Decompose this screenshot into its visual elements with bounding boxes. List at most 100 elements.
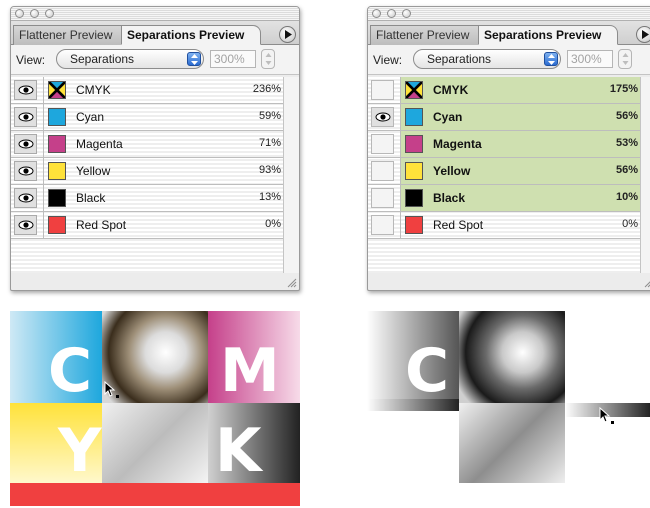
palette-menu-button[interactable]: [279, 26, 296, 43]
visibility-toggle[interactable]: [371, 161, 394, 181]
ink-name: CMYK: [76, 83, 111, 97]
red-spot-swatch: [405, 216, 423, 234]
visibility-toggle[interactable]: [14, 107, 37, 127]
visibility-toggle[interactable]: [14, 80, 37, 100]
magenta-swatch: [48, 135, 66, 153]
eye-icon: [18, 220, 34, 230]
ink-percentage: 10%: [615, 191, 638, 203]
ink-name: Magenta: [433, 137, 482, 151]
visibility-toggle[interactable]: [371, 188, 394, 208]
cmyk-swatch-icon: [48, 81, 66, 99]
yellow-swatch: [48, 162, 66, 180]
separations-palette-left: Flattener Preview Separations Preview Vi…: [10, 6, 300, 291]
ink-name: Red Spot: [433, 218, 484, 232]
ink-name: CMYK: [433, 83, 469, 97]
ink-percentage: 71%: [258, 137, 281, 149]
visibility-toggle[interactable]: [14, 215, 37, 235]
scrollbar[interactable]: [283, 77, 299, 273]
ink-row-yellow[interactable]: Yellow 93%: [11, 158, 283, 185]
tab-separations-preview[interactable]: Separations Preview: [478, 25, 618, 45]
ink-name: Cyan: [76, 110, 105, 124]
yellow-swatch: [405, 162, 423, 180]
visibility-toggle[interactable]: [371, 134, 394, 154]
zoom-field[interactable]: 300%: [210, 50, 256, 68]
updown-arrows-icon: [544, 52, 558, 66]
letter-m: M: [220, 336, 280, 406]
tab-flattener-preview[interactable]: Flattener Preview: [13, 25, 123, 45]
ink-name: Cyan: [433, 110, 463, 124]
yellow-tile-gray: [367, 403, 459, 483]
zoom-field[interactable]: 300%: [567, 50, 613, 68]
ink-percentage: 93%: [258, 164, 281, 176]
black-swatch: [48, 189, 66, 207]
palette-menu-button[interactable]: [636, 26, 650, 43]
zoom-stepper[interactable]: [261, 49, 275, 69]
view-label: View:: [16, 53, 46, 67]
cyan-swatch: [48, 108, 66, 126]
cyan-separation-preview-image: C: [367, 311, 650, 506]
close-button[interactable]: [372, 9, 381, 18]
visibility-toggle[interactable]: [14, 161, 37, 181]
zoom-button[interactable]: [402, 9, 411, 18]
scrollbar[interactable]: [640, 77, 650, 273]
visibility-toggle[interactable]: [14, 188, 37, 208]
ink-list: CMYK 175% Cyan 56% Magenta 53% Yellow 56…: [368, 77, 640, 273]
ink-row-red-spot[interactable]: Red Spot 0%: [368, 212, 640, 239]
view-select[interactable]: Separations: [56, 49, 204, 69]
ink-list: CMYK 236% Cyan 59% Magenta 71% Yellow 93…: [11, 77, 283, 273]
letter-y: Y: [58, 416, 102, 486]
ink-row-magenta[interactable]: Magenta 53%: [368, 131, 640, 158]
tab-flattener-preview[interactable]: Flattener Preview: [370, 25, 480, 45]
visibility-toggle[interactable]: [371, 107, 394, 127]
minimize-button[interactable]: [30, 9, 39, 18]
visibility-toggle[interactable]: [371, 215, 394, 235]
eye-icon: [375, 112, 391, 122]
resize-grip-icon[interactable]: [643, 277, 650, 288]
minimize-button[interactable]: [387, 9, 396, 18]
tab-bar: Flattener Preview Separations Preview: [368, 21, 650, 45]
ink-row-cyan[interactable]: Cyan 59%: [11, 104, 283, 131]
ink-percentage: 236%: [252, 83, 281, 95]
eye-icon: [18, 139, 34, 149]
palette-titlebar[interactable]: [368, 7, 650, 21]
ink-name: Yellow: [433, 164, 471, 178]
ink-row-magenta[interactable]: Magenta 71%: [11, 131, 283, 158]
letter-c: C: [405, 336, 450, 406]
palette-titlebar[interactable]: [11, 7, 299, 21]
astronaut-photo-gray: [459, 311, 565, 403]
visibility-toggle[interactable]: [14, 134, 37, 154]
ink-percentage: 56%: [615, 164, 638, 176]
ink-name: Black: [76, 191, 106, 205]
ink-row-cmyk[interactable]: CMYK 236%: [11, 77, 283, 104]
eye-icon: [18, 85, 34, 95]
ink-row-yellow[interactable]: Yellow 56%: [368, 158, 640, 185]
separations-palette-right: Flattener Preview Separations Preview Vi…: [367, 6, 650, 291]
cyan-swatch: [405, 108, 423, 126]
ink-row-cyan[interactable]: Cyan 56%: [368, 104, 640, 131]
ink-name: Red Spot: [76, 218, 127, 232]
triangle-right-icon: [642, 30, 649, 39]
ink-percentage: 0%: [622, 218, 638, 230]
ink-name: Yellow: [76, 164, 111, 178]
stepper-arrows-icon: [622, 53, 629, 65]
letter-c: C: [48, 336, 93, 406]
zoom-stepper[interactable]: [618, 49, 632, 69]
zoom-button[interactable]: [45, 9, 54, 18]
ink-row-red-spot[interactable]: Red Spot 0%: [11, 212, 283, 239]
ink-name: Magenta: [76, 137, 123, 151]
astronaut-photo-lower-gray: [459, 403, 565, 483]
ink-row-cmyk[interactable]: CMYK 175%: [368, 77, 640, 104]
close-button[interactable]: [15, 9, 24, 18]
astronaut-photo-lower: [102, 403, 208, 483]
resize-grip-icon[interactable]: [286, 277, 297, 288]
ink-percentage: 56%: [615, 110, 638, 122]
ink-row-black[interactable]: Black 10%: [368, 185, 640, 212]
view-select[interactable]: Separations: [413, 49, 561, 69]
visibility-toggle[interactable]: [371, 80, 394, 100]
tab-separations-preview[interactable]: Separations Preview: [121, 25, 261, 45]
red-spot-swatch: [48, 216, 66, 234]
magenta-swatch: [405, 135, 423, 153]
ink-row-black[interactable]: Black 13%: [11, 185, 283, 212]
view-bar: View: Separations 300%: [11, 45, 299, 75]
ink-percentage: 13%: [258, 191, 281, 203]
